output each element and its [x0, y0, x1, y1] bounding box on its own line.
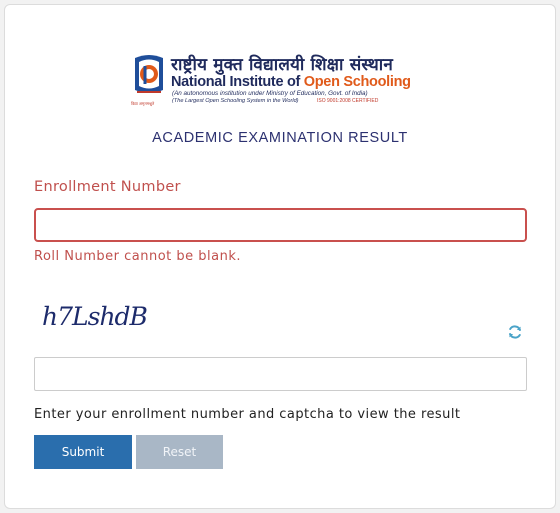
instruction-text: Enter your enrollment number and captcha… [34, 407, 461, 422]
submit-button[interactable]: Submit [34, 435, 132, 469]
reset-button[interactable]: Reset [136, 435, 223, 469]
institute-name-hindi: राष्ट्रीय मुक्त विद्यालयी शिक्षा संस्थान [171, 55, 393, 75]
institute-name-part1: National Institute of [171, 74, 304, 90]
institute-subtitle: (An autonomous institution under Ministr… [172, 90, 368, 97]
refresh-icon[interactable] [507, 324, 523, 340]
nios-emblem-icon [132, 54, 166, 98]
enrollment-error: Roll Number cannot be blank. [34, 249, 242, 264]
institute-name: National Institute of Open Schooling [171, 74, 411, 90]
enrollment-label: Enrollment Number [34, 179, 181, 195]
iso-certification: ISO 9001:2008 CERTIFIED [317, 98, 379, 104]
captcha-image: h7LshdB [42, 302, 148, 331]
nios-logo: विद्या अमृतमश्नुते राष्ट्रीय मुक्त विद्य… [131, 52, 431, 110]
institute-tagline: (The Largest Open Schooling System in th… [172, 98, 299, 104]
captcha-input[interactable] [34, 357, 527, 391]
emblem-caption: विद्या अमृतमश्नुते [131, 101, 155, 106]
enrollment-input[interactable] [34, 208, 527, 242]
institute-name-part2: Open Schooling [303, 74, 411, 90]
page-title: ACADEMIC EXAMINATION RESULT [152, 130, 408, 146]
